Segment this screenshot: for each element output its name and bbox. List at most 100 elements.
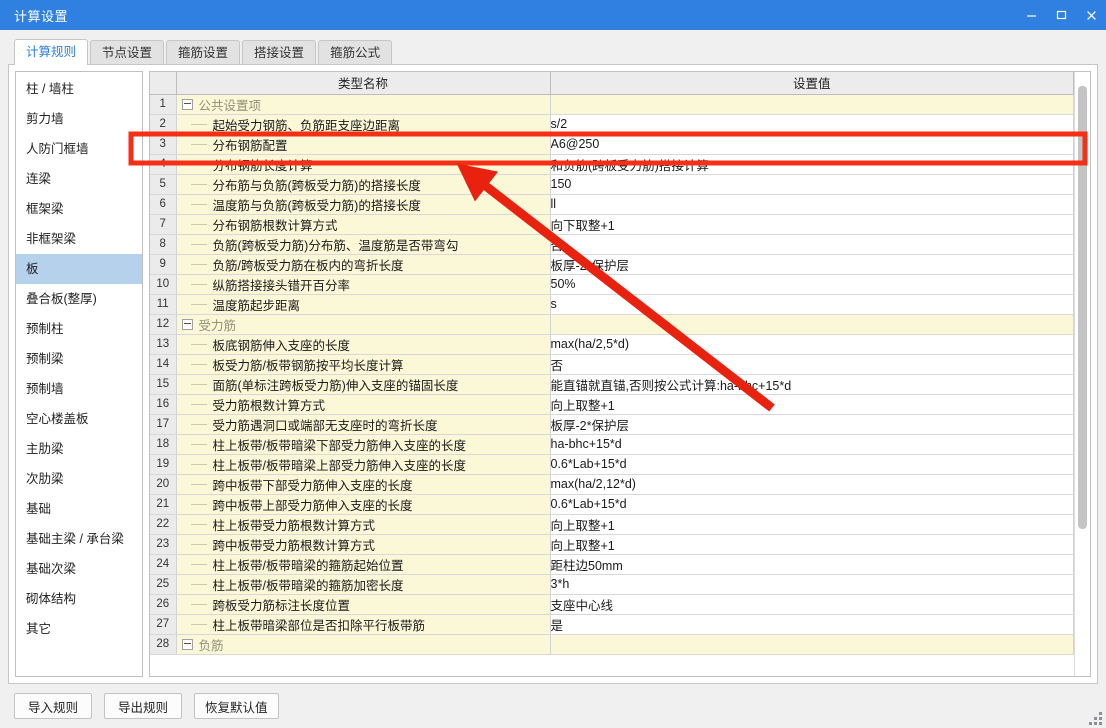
table-row[interactable]: 6 温度筋与负筋(跨板受力筋)的搭接长度 ll [150, 194, 1074, 215]
cell-setting-value[interactable]: 0.6*Lab+15*d [550, 494, 1074, 515]
cell-type-name[interactable]: 板底钢筋伸入支座的长度 [176, 334, 551, 355]
resize-grip[interactable] [1089, 712, 1102, 725]
sidebar-item-12[interactable]: 主肋梁 [16, 434, 142, 464]
import-rules-button[interactable]: 导入规则 [14, 693, 92, 719]
table-row[interactable]: 23 跨中板带受力筋根数计算方式 向上取整+1 [150, 534, 1074, 555]
close-button[interactable] [1076, 0, 1106, 30]
table-row[interactable]: 21 跨中板带上部受力筋伸入支座的长度 0.6*Lab+15*d [150, 494, 1074, 515]
cell-type-name[interactable]: 负筋/跨板受力筋在板内的弯折长度 [176, 254, 551, 275]
sidebar-item-13[interactable]: 次肋梁 [16, 464, 142, 494]
sidebar-item-5[interactable]: 非框架梁 [16, 224, 142, 254]
sidebar-item-9[interactable]: 预制梁 [16, 344, 142, 374]
sidebar-item-11[interactable]: 空心楼盖板 [16, 404, 142, 434]
table-row[interactable]: 25 柱上板带/板带暗梁的箍筋加密长度 3*h [150, 574, 1074, 595]
cell-setting-value[interactable]: 支座中心线 [550, 594, 1074, 615]
sidebar-item-17[interactable]: 砌体结构 [16, 584, 142, 614]
cell-setting-value[interactable]: 能直锚就直锚,否则按公式计算:ha-bhc+15*d [550, 374, 1074, 395]
cell-type-name[interactable]: 温度筋起步距离 [176, 294, 551, 315]
category-sidebar[interactable]: 柱 / 墙柱 剪力墙 人防门框墙 连梁 框架梁 非框架梁板叠合板(整厚) 预制柱 预制梁 预制墙… [15, 71, 143, 677]
sidebar-item-16[interactable]: 基础次梁 [16, 554, 142, 584]
table-row[interactable]: 7 分布钢筋根数计算方式 向下取整+1 [150, 214, 1074, 235]
table-row[interactable]: 11 温度筋起步距离 s [150, 294, 1074, 315]
cell-type-name[interactable]: 跨中板带上部受力筋伸入支座的长度 [176, 494, 551, 515]
cell-type-name[interactable]: 柱上板带/板带暗梁下部受力筋伸入支座的长度 [176, 434, 551, 455]
sidebar-item-3[interactable]: 连梁 [16, 164, 142, 194]
column-header-rownum[interactable] [150, 72, 177, 95]
export-rules-button[interactable]: 导出规则 [104, 693, 182, 719]
sidebar-item-4[interactable]: 框架梁 [16, 194, 142, 224]
minimize-button[interactable] [1016, 0, 1046, 30]
cell-setting-value[interactable]: 向上取整+1 [550, 534, 1074, 555]
table-row[interactable]: 5 分布筋与负筋(跨板受力筋)的搭接长度 150 [150, 174, 1074, 195]
sidebar-item-15[interactable]: 基础主梁 / 承台梁 [16, 524, 142, 554]
cell-type-name[interactable]: 负筋 [176, 634, 551, 655]
cell-setting-value[interactable]: A6@250 [550, 134, 1074, 155]
table-row[interactable]: 12 受力筋 [150, 314, 1074, 335]
table-row[interactable]: 4 分布钢筋长度计算 和负筋(跨板受力筋)搭接计算 [150, 154, 1074, 175]
table-row[interactable]: 10 纵筋搭接接头错开百分率 50% [150, 274, 1074, 295]
cell-type-name[interactable]: 分布钢筋根数计算方式 [176, 214, 551, 235]
table-vertical-scrollbar[interactable] [1074, 72, 1090, 676]
table-row[interactable]: 20 跨中板带下部受力筋伸入支座的长度 max(ha/2,12*d) [150, 474, 1074, 495]
cell-type-name[interactable]: 分布筋与负筋(跨板受力筋)的搭接长度 [176, 174, 551, 195]
table-row[interactable]: 2 起始受力钢筋、负筋距支座边距离 s/2 [150, 114, 1074, 135]
restore-defaults-button[interactable]: 恢复默认值 [194, 693, 279, 719]
cell-type-name[interactable]: 分布钢筋配置 [176, 134, 551, 155]
cell-setting-value[interactable]: 向上取整+1 [550, 394, 1074, 415]
cell-setting-value[interactable]: s [550, 294, 1074, 315]
table-row[interactable]: 14 板受力筋/板带钢筋按平均长度计算 否 [150, 354, 1074, 375]
table-row[interactable]: 28 负筋 [150, 634, 1074, 655]
collapse-toggle-icon[interactable] [181, 318, 193, 330]
cell-type-name[interactable]: 跨中板带下部受力筋伸入支座的长度 [176, 474, 551, 495]
table-row[interactable]: 19 柱上板带/板带暗梁上部受力筋伸入支座的长度 0.6*Lab+15*d [150, 454, 1074, 475]
table-row[interactable]: 26 跨板受力筋标注长度位置 支座中心线 [150, 594, 1074, 615]
scrollbar-thumb[interactable] [1078, 86, 1087, 529]
tab-0[interactable]: 计算规则 [14, 39, 89, 65]
cell-type-name[interactable]: 柱上板带/板带暗梁上部受力筋伸入支座的长度 [176, 454, 551, 475]
cell-setting-value[interactable]: 是 [550, 614, 1074, 635]
cell-setting-value[interactable]: ll [550, 194, 1074, 215]
cell-type-name[interactable]: 柱上板带/板带暗梁的箍筋起始位置 [176, 554, 551, 575]
sidebar-item-2[interactable]: 人防门框墙 [16, 134, 142, 164]
table-row[interactable]: 15 面筋(单标注跨板受力筋)伸入支座的锚固长度 能直锚就直锚,否则按公式计算:ha… [150, 374, 1074, 395]
sidebar-item-7[interactable]: 叠合板(整厚) [16, 284, 142, 314]
cell-setting-value[interactable]: 0.6*Lab+15*d [550, 454, 1074, 475]
cell-setting-value[interactable]: 向下取整+1 [550, 214, 1074, 235]
cell-type-name[interactable]: 跨板受力筋标注长度位置 [176, 594, 551, 615]
tab-2[interactable]: 箍筋设置 [166, 40, 241, 64]
table-row[interactable]: 3 分布钢筋配置 A6@250 [150, 134, 1074, 155]
cell-setting-value[interactable] [550, 314, 1074, 335]
cell-type-name[interactable]: 起始受力钢筋、负筋距支座边距离 [176, 114, 551, 135]
tab-3[interactable]: 搭接设置 [242, 40, 317, 64]
cell-setting-value[interactable] [550, 94, 1074, 115]
table-row[interactable]: 18 柱上板带/板带暗梁下部受力筋伸入支座的长度 ha-bhc+15*d [150, 434, 1074, 455]
cell-setting-value[interactable]: max(ha/2,5*d) [550, 334, 1074, 355]
cell-setting-value[interactable]: ha-bhc+15*d [550, 434, 1074, 455]
cell-type-name[interactable]: 受力筋 [176, 314, 551, 335]
cell-type-name[interactable]: 分布钢筋长度计算 [176, 154, 551, 175]
sidebar-item-10[interactable]: 预制墙 [16, 374, 142, 404]
cell-setting-value[interactable]: 板厚-2*保护层 [550, 414, 1074, 435]
table-row[interactable]: 8 负筋(跨板受力筋)分布筋、温度筋是否带弯勾 否 [150, 234, 1074, 255]
cell-type-name[interactable]: 温度筋与负筋(跨板受力筋)的搭接长度 [176, 194, 551, 215]
table-row[interactable]: 22 柱上板带受力筋根数计算方式 向上取整+1 [150, 514, 1074, 535]
collapse-toggle-icon[interactable] [181, 98, 193, 110]
cell-type-name[interactable]: 板受力筋/板带钢筋按平均长度计算 [176, 354, 551, 375]
cell-setting-value[interactable]: 否 [550, 234, 1074, 255]
cell-type-name[interactable]: 受力筋根数计算方式 [176, 394, 551, 415]
table-row[interactable]: 1 公共设置项 [150, 94, 1074, 115]
table-row[interactable]: 27 柱上板带暗梁部位是否扣除平行板带筋 是 [150, 614, 1074, 635]
cell-type-name[interactable]: 公共设置项 [176, 94, 551, 115]
collapse-toggle-icon[interactable] [181, 638, 193, 650]
sidebar-item-1[interactable]: 剪力墙 [16, 104, 142, 134]
table-row[interactable]: 16 受力筋根数计算方式 向上取整+1 [150, 394, 1074, 415]
cell-setting-value[interactable]: 板厚-2*保护层 [550, 254, 1074, 275]
sidebar-item-0[interactable]: 柱 / 墙柱 [16, 74, 142, 104]
column-header-type-name[interactable]: 类型名称 [176, 72, 551, 95]
cell-setting-value[interactable]: 向上取整+1 [550, 514, 1074, 535]
sidebar-item-8[interactable]: 预制柱 [16, 314, 142, 344]
cell-setting-value[interactable]: 否 [550, 354, 1074, 375]
cell-type-name[interactable]: 柱上板带/板带暗梁的箍筋加密长度 [176, 574, 551, 595]
cell-type-name[interactable]: 跨中板带受力筋根数计算方式 [176, 534, 551, 555]
sidebar-item-6[interactable]: 板 [16, 254, 142, 284]
